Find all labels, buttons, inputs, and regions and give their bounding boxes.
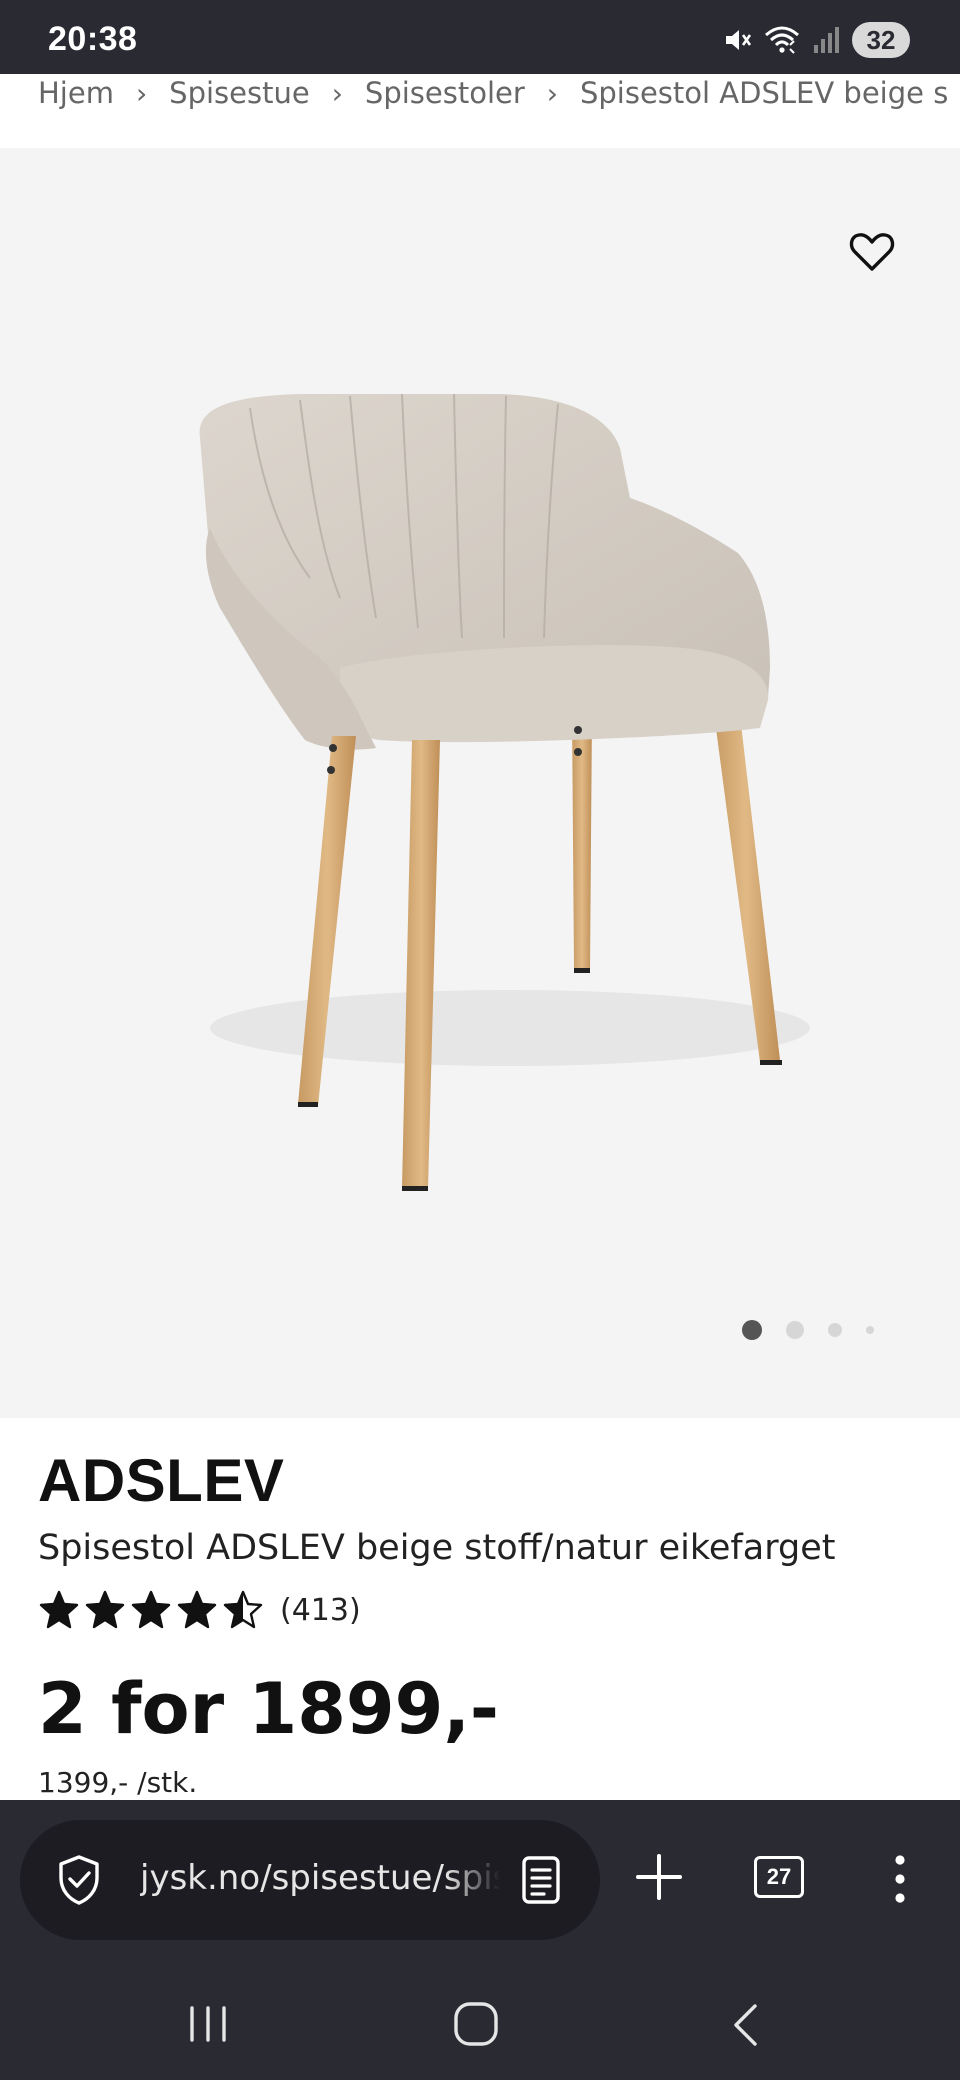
gallery-dot-active[interactable] xyxy=(742,1320,762,1340)
signal-icon xyxy=(814,27,839,53)
star-icon xyxy=(39,1590,79,1629)
breadcrumb: Hjem › Spisestue › Spisestoler › Spisest… xyxy=(0,74,960,148)
gallery-dot[interactable] xyxy=(866,1326,874,1334)
status-time: 20:38 xyxy=(48,20,138,58)
gallery-dot[interactable] xyxy=(786,1321,804,1339)
product-title: Spisestol ADSLEV beige stoff/natur eikef… xyxy=(38,1528,836,1568)
tabs-icon[interactable]: 27 xyxy=(754,1856,804,1898)
mute-icon xyxy=(726,30,752,50)
recent-apps-icon[interactable] xyxy=(186,2004,230,2044)
star-icon xyxy=(131,1590,171,1629)
reader-mode-icon[interactable] xyxy=(520,1854,562,1906)
status-icons: 32 xyxy=(722,22,910,58)
star-icon xyxy=(223,1590,263,1629)
address-bar[interactable]: jysk.no/spisestue/spisestoler xyxy=(20,1820,600,1940)
more-menu-icon[interactable] xyxy=(890,1854,910,1904)
review-count[interactable]: (413) xyxy=(280,1593,361,1628)
url-text[interactable]: jysk.no/spisestue/spisestoler xyxy=(140,1858,500,1898)
product-rating[interactable]: (413) xyxy=(38,1590,361,1630)
breadcrumb-separator: › xyxy=(546,76,558,110)
heart-icon xyxy=(849,233,895,271)
system-navigation-bar xyxy=(0,1960,960,2080)
shield-check-icon[interactable] xyxy=(56,1854,102,1906)
wifi-icon xyxy=(765,26,799,54)
breadcrumb-separator: › xyxy=(331,76,343,110)
status-bar: 20:38 32 xyxy=(0,0,960,74)
star-icon xyxy=(177,1590,217,1629)
breadcrumb-home[interactable]: Hjem xyxy=(38,76,114,110)
product-gallery[interactable] xyxy=(0,148,960,1418)
breadcrumb-spisestue[interactable]: Spisestue xyxy=(169,76,310,110)
home-icon[interactable] xyxy=(452,2000,500,2048)
gallery-pagination xyxy=(742,1320,898,1340)
star-icon xyxy=(85,1590,125,1629)
product-brand: ADSLEV xyxy=(38,1447,285,1514)
browser-toolbar: jysk.no/spisestue/spisestoler 27 xyxy=(0,1800,960,1960)
product-image-chair xyxy=(199,393,810,1191)
battery-icon: 32 xyxy=(852,22,910,58)
back-icon[interactable] xyxy=(730,2002,760,2048)
breadcrumb-current: Spisestol ADSLEV beige s xyxy=(579,76,949,110)
breadcrumb-separator: › xyxy=(135,76,148,110)
rating-stars xyxy=(38,1590,264,1630)
product-price: 2 for 1899,- xyxy=(38,1668,499,1750)
unit-price: 1399,- /stk. xyxy=(38,1766,198,1799)
wishlist-button[interactable] xyxy=(844,224,900,280)
breadcrumb-spisestoler[interactable]: Spisestoler xyxy=(365,76,525,110)
gallery-dot[interactable] xyxy=(828,1323,842,1337)
new-tab-icon[interactable] xyxy=(634,1852,684,1902)
